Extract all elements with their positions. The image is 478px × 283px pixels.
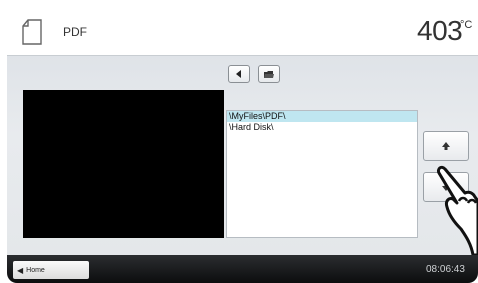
clock: 08:06:43 <box>426 264 465 275</box>
back-button[interactable] <box>228 65 250 83</box>
page-title: PDF <box>63 25 87 39</box>
content-panel: \MyFiles\PDF\ \Hard Disk\ <box>7 55 478 255</box>
scroll-up-button[interactable] <box>423 131 469 161</box>
footer-bar: ◀ Home 08:06:43 <box>7 255 478 283</box>
temperature-readout: 403 <box>417 15 463 46</box>
file-list-item-hard-disk[interactable]: \Hard Disk\ <box>227 122 417 133</box>
home-label: Home <box>26 266 45 274</box>
arrow-up-icon <box>442 142 450 150</box>
header-bar: PDF 403 °C <box>7 9 478 55</box>
temperature-unit: °C <box>460 19 473 31</box>
file-list[interactable]: \MyFiles\PDF\ \Hard Disk\ <box>226 110 418 238</box>
open-folder-icon <box>264 71 274 78</box>
back-arrow-icon <box>236 70 241 78</box>
pointing-hand-icon <box>437 165 478 255</box>
open-folder-button[interactable] <box>258 65 280 83</box>
app-window: PDF 403 °C \MyFiles\PDF\ \Hard Disk\ ◀ H… <box>7 9 478 283</box>
back-arrow-icon: ◀ <box>17 265 24 275</box>
pdf-document-icon <box>22 19 42 45</box>
file-list-item-myfiles-pdf[interactable]: \MyFiles\PDF\ <box>227 111 417 122</box>
home-button[interactable]: ◀ Home <box>13 261 89 279</box>
pdf-preview <box>23 90 224 238</box>
